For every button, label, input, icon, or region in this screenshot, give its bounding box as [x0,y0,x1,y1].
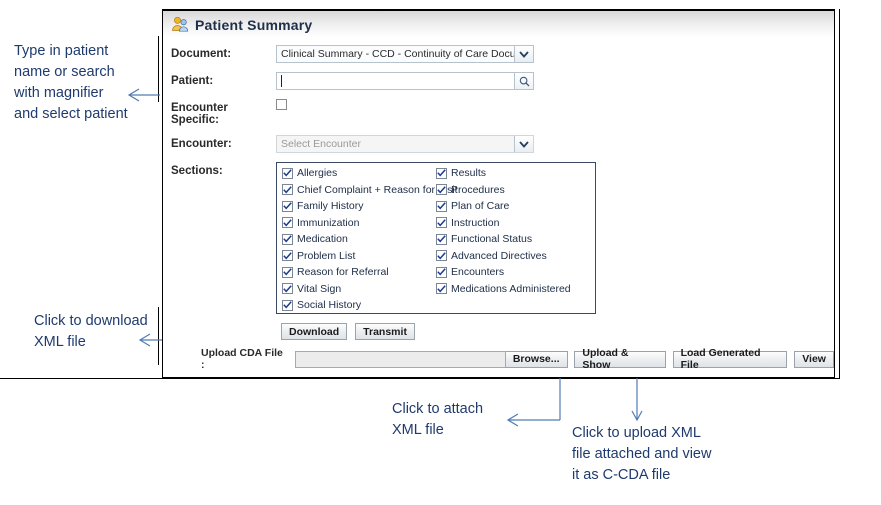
section-label: Advanced Directives [451,249,547,262]
row-encounter-specific: Encounter Specific: [171,99,834,126]
upload-and-show-button[interactable]: Upload & Show [574,347,666,371]
users-icon [171,16,189,33]
row-encounter: Encounter: Select Encounter [171,135,834,153]
annotation-patient-search: Type in patient name or search with magn… [14,43,128,122]
section-checkbox-item[interactable]: Medications Administered [436,283,590,295]
row-document: Document: Clinical Summary - CCD - Conti… [171,45,834,63]
section-label: Chief Complaint + Reason for Visit [297,183,458,196]
panel-header: Patient Summary [163,11,834,38]
section-label: Problem List [297,249,356,262]
patient-summary-panel: Patient Summary Document: Clinical Summa… [162,9,835,378]
section-checkbox-item[interactable]: Vital Sign [282,283,436,295]
checkbox-icon[interactable] [282,233,293,245]
upload-cda-file-label: Upload CDA File : [201,347,283,371]
section-checkbox-item[interactable]: Encounters [436,266,590,278]
section-checkbox-item[interactable]: Medication [282,233,436,245]
section-label: Encounters [451,266,505,278]
checkbox-icon[interactable] [282,200,293,212]
annotation-upload: Click to upload XML file attached and vi… [572,425,712,483]
checkbox-icon[interactable] [282,250,293,261]
divider-right [839,9,840,379]
section-checkbox-item[interactable]: Family History [282,200,436,212]
document-select-value: Clinical Summary - CCD - Continuity of C… [281,48,515,60]
section-label: Instruction [451,216,500,229]
document-select[interactable]: Clinical Summary - CCD - Continuity of C… [276,45,534,63]
checkbox-icon[interactable] [282,266,293,278]
checkbox-icon[interactable] [436,266,447,278]
page-title: Patient Summary [195,16,313,33]
encounter-select-placeholder: Select Encounter [281,138,361,150]
magnifier-icon[interactable] [514,73,533,89]
document-label: Document: [171,48,232,60]
section-checkbox-item[interactable]: Results [436,167,590,179]
download-button[interactable]: Download [281,323,348,340]
divider-left-top [158,36,159,102]
section-label: Reason for Referral [297,266,389,278]
chevron-down-icon[interactable] [514,136,533,152]
section-label: Family History [297,200,364,212]
checkbox-icon[interactable] [282,299,293,311]
section-label: Medications Administered [451,282,571,295]
sections-column-left: Allergies Chief Complaint + Reason for Vi… [282,167,458,312]
checkbox-icon[interactable] [282,283,293,294]
section-checkbox-item[interactable]: Advanced Directives [436,250,590,262]
section-checkbox-item[interactable]: Plan of Care [436,200,590,212]
checkbox-icon[interactable] [282,184,293,195]
chevron-down-icon[interactable] [514,46,533,62]
section-checkbox-item[interactable]: Functional Status [436,233,590,245]
checkbox-icon[interactable] [436,250,447,261]
patient-input[interactable] [276,72,534,90]
section-label: Immunization [297,216,360,229]
sections-column-right: Results Procedures Plan of Care Instruction… [436,167,590,312]
upload-row: Upload CDA File : Browse... Upload & Sho… [201,347,834,371]
section-label: Results [451,167,487,179]
transmit-button[interactable]: Transmit [355,323,415,340]
divider-bottom [0,378,840,379]
section-label: Vital Sign [297,282,342,295]
section-checkbox-item[interactable]: Social History [282,299,436,311]
patient-label: Patient: [171,75,214,87]
view-button[interactable]: View [794,350,834,368]
section-checkbox-item[interactable]: Chief Complaint + Reason for Visit [282,184,458,196]
checkbox-icon[interactable] [282,217,293,228]
section-label: Social History [297,299,362,311]
panel-body: Document: Clinical Summary - CCD - Conti… [163,38,834,371]
browse-button[interactable]: Browse... [505,350,568,368]
encounter-specific-checkbox[interactable] [276,99,287,110]
row-sections: Sections: Allergies Chief Complaint + Rea… [171,162,834,314]
section-checkbox-item[interactable]: Immunization [282,217,436,229]
section-label: Procedures [451,183,505,196]
section-checkbox-item[interactable]: Instruction [436,217,590,229]
divider-left-bottom [158,307,159,365]
encounter-specific-label: Encounter Specific: [171,102,228,126]
section-label: Plan of Care [451,200,510,212]
action-button-row: Download Transmit [281,323,834,340]
checkbox-icon[interactable] [436,233,447,245]
load-generated-file-button[interactable]: Load Generated File [672,347,788,371]
encounter-select[interactable]: Select Encounter [276,135,534,153]
encounter-label: Encounter: [171,138,232,150]
section-checkbox-item[interactable]: Reason for Referral [282,266,436,278]
checkbox-icon[interactable] [436,200,447,212]
sections-label: Sections: [171,165,223,177]
section-label: Functional Status [451,233,533,245]
section-checkbox-item[interactable]: Procedures [436,184,590,196]
checkbox-icon[interactable] [436,217,447,228]
row-patient: Patient: [171,72,834,90]
checkbox-icon[interactable] [436,184,447,195]
checkbox-icon[interactable] [436,283,447,294]
file-path-input[interactable] [295,350,506,368]
annotation-attach: Click to attach XML file [392,401,484,438]
sections-checkbox-group: Allergies Chief Complaint + Reason for Vi… [276,162,596,314]
text-caret [281,75,282,87]
section-label: Allergies [297,167,338,179]
section-checkbox-item[interactable]: Problem List [282,250,436,262]
section-label: Medication [297,233,348,245]
section-checkbox-item[interactable]: Allergies [282,167,436,179]
checkbox-icon[interactable] [282,167,293,179]
checkbox-icon[interactable] [436,167,447,179]
